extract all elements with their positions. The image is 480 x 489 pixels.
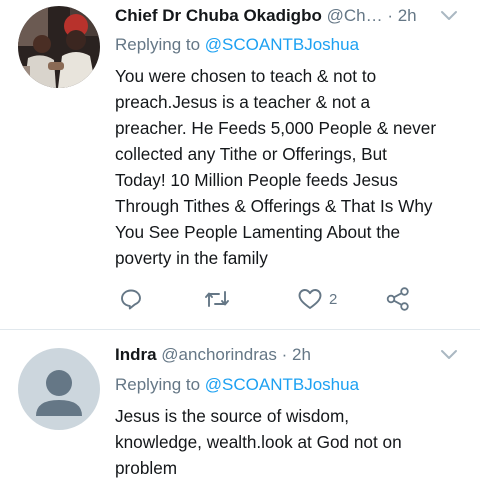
replying-to-label: Replying to bbox=[115, 375, 201, 394]
share-icon bbox=[385, 286, 411, 312]
tweet-text-line: preach.Jesus is a teacher & not a bbox=[115, 92, 371, 112]
user-handle[interactable]: @anchorindras bbox=[161, 345, 277, 364]
tweet-text-line: knowledge, wealth.look at God not on bbox=[115, 432, 402, 452]
mention-link[interactable]: @SCOANTBJoshua bbox=[205, 35, 359, 54]
user-handle[interactable]: @Ch… bbox=[327, 6, 383, 25]
separator-dot: · bbox=[281, 345, 288, 364]
tweet-header: Indra @anchorindras · 2h bbox=[115, 344, 440, 366]
tweet-text-line: problem bbox=[115, 458, 178, 478]
avatar[interactable] bbox=[18, 348, 100, 430]
display-name[interactable]: Indra bbox=[115, 345, 157, 364]
tweet-text: You were chosen to teach & not to preach… bbox=[115, 63, 460, 271]
avatar[interactable] bbox=[18, 6, 100, 88]
tweet-text-line: collected any Tithe or Offerings, But bbox=[115, 144, 387, 164]
replying-to-label: Replying to bbox=[115, 35, 201, 54]
tweet-text-line: preacher. He Feeds 5,000 People & never bbox=[115, 118, 437, 138]
replying-to: Replying to @SCOANTBJoshua bbox=[115, 374, 359, 396]
share-button[interactable] bbox=[385, 284, 411, 314]
tweet-text-line: Jesus is the source of wisdom, bbox=[115, 406, 350, 426]
heart-icon bbox=[297, 287, 323, 311]
retweet-icon bbox=[203, 287, 231, 311]
tweet[interactable]: Chief Dr Chuba Okadigbo @Ch… · 2h Replyi… bbox=[0, 0, 480, 329]
timestamp[interactable]: 2h bbox=[398, 6, 417, 25]
tweet-text-line: You See People Lamenting About the bbox=[115, 222, 401, 242]
tweet-header: Chief Dr Chuba Okadigbo @Ch… · 2h bbox=[115, 5, 440, 27]
chevron-down-icon[interactable] bbox=[438, 5, 460, 27]
profile-photo-image bbox=[18, 6, 100, 88]
separator-dot: · bbox=[387, 6, 393, 25]
display-name[interactable]: Chief Dr Chuba Okadigbo bbox=[115, 6, 322, 25]
tweet-text-line: Through Tithes & Offerings & That Is Why bbox=[115, 196, 433, 216]
mention-link[interactable]: @SCOANTBJoshua bbox=[205, 375, 359, 394]
reply-icon bbox=[119, 287, 143, 311]
default-avatar-icon bbox=[18, 348, 100, 430]
retweet-button[interactable] bbox=[203, 284, 231, 314]
tweet-actions: 2 bbox=[115, 284, 445, 314]
tweet-text: Jesus is the source of wisdom, knowledge… bbox=[115, 403, 460, 481]
reply-button[interactable] bbox=[119, 284, 143, 314]
timestamp[interactable]: 2h bbox=[292, 345, 311, 364]
chevron-down-icon[interactable] bbox=[438, 344, 460, 366]
tweet-text-line: Today! 10 Million People feeds Jesus bbox=[115, 170, 398, 190]
tweet[interactable]: Indra @anchorindras · 2h Replying to @SC… bbox=[0, 330, 480, 489]
tweet-text-line: poverty in the family bbox=[115, 248, 268, 268]
tweet-text-line: You were chosen to teach & not to bbox=[115, 66, 377, 86]
like-button[interactable]: 2 bbox=[297, 284, 337, 314]
like-count: 2 bbox=[329, 290, 338, 308]
replying-to: Replying to @SCOANTBJoshua bbox=[115, 34, 359, 56]
